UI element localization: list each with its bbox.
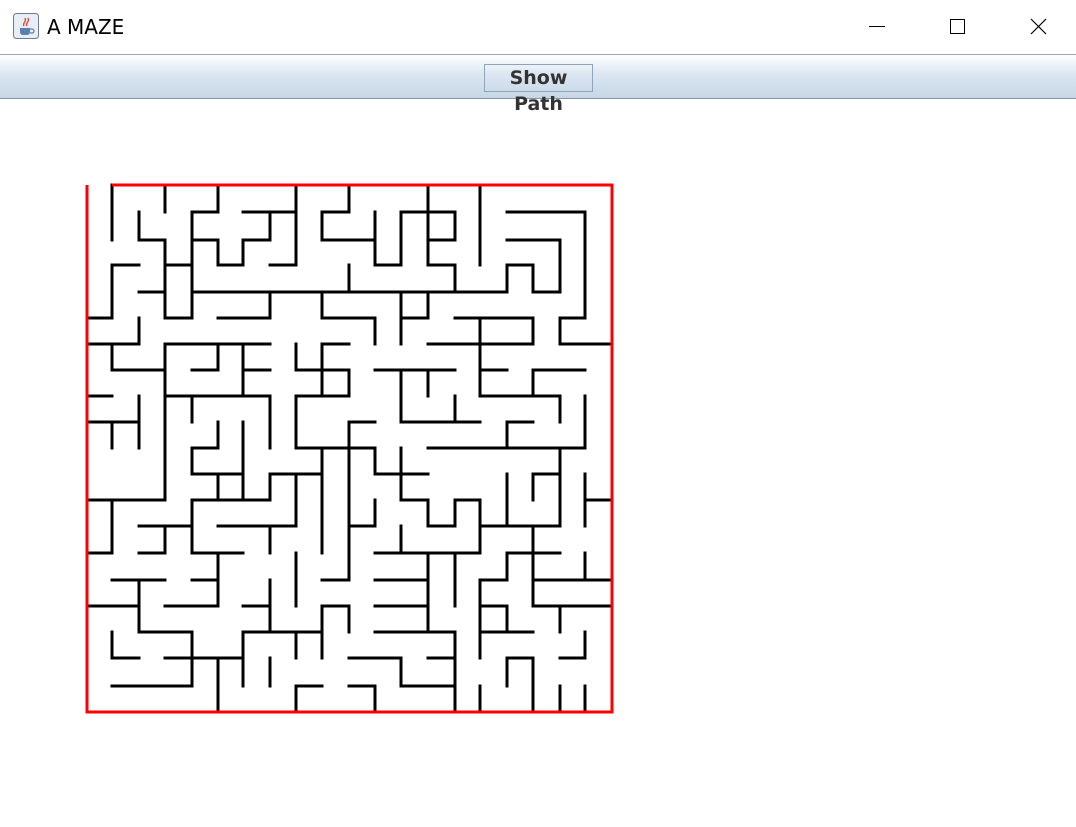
maze: [85, 183, 614, 714]
